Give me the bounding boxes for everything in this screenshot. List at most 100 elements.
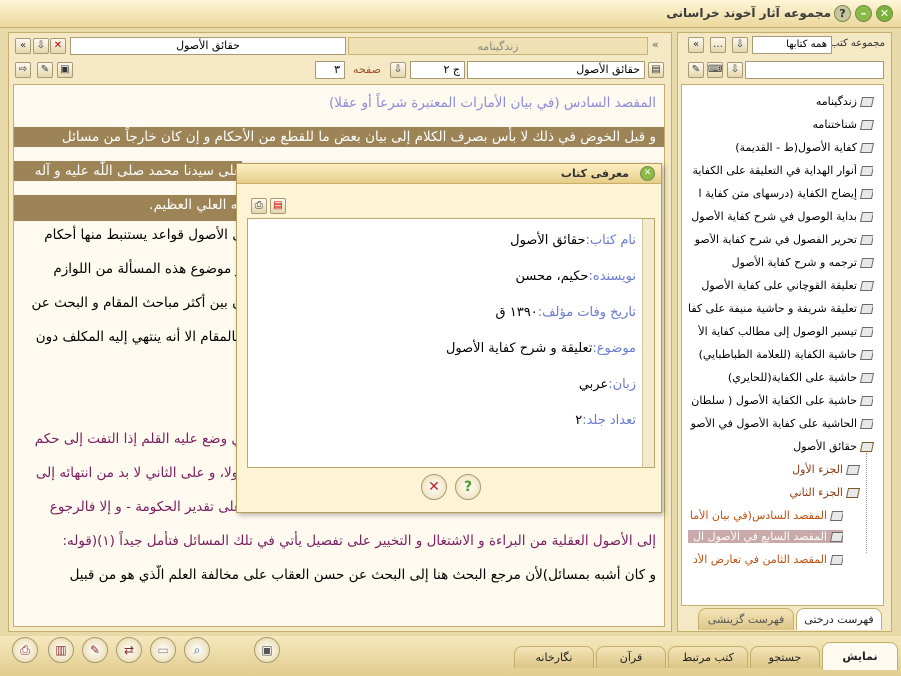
field-label: زبان: bbox=[608, 377, 636, 392]
dialog-title: معرفی کتاب bbox=[560, 167, 629, 180]
tree-item[interactable]: إيضاح الكفاية (درسهاى متن كفاية ا bbox=[699, 187, 857, 200]
app-title: مجموعه آثار آخوند خراسانی bbox=[666, 6, 831, 20]
field-value: حقائق الأصول bbox=[510, 233, 586, 248]
minimize-icon[interactable]: – bbox=[855, 5, 872, 22]
layout-button[interactable]: ▭ bbox=[150, 637, 176, 663]
nav-back-icon[interactable]: « bbox=[15, 38, 31, 54]
keyboard-icon[interactable]: ⌨ bbox=[707, 62, 723, 78]
tree-item[interactable]: تيسير الوصول إلى مطالب كفاية الأ bbox=[698, 325, 857, 338]
layout-icon[interactable]: ▣ bbox=[57, 62, 73, 78]
arrow-down-icon[interactable]: ⇩ bbox=[33, 38, 49, 54]
settings-icon[interactable]: ✎ bbox=[688, 62, 704, 78]
dialog-close-icon[interactable]: ✕ bbox=[640, 166, 655, 181]
tree-item[interactable]: حقائق الأصول bbox=[793, 440, 857, 453]
tree-item[interactable]: تعليقة شريفة و حاشية منيفة على كفا bbox=[688, 302, 857, 315]
tree-item[interactable]: ترجمه و شرح كفاية الأصول bbox=[732, 256, 857, 269]
tab-related-books[interactable]: کتب مرتبط bbox=[668, 646, 748, 668]
tree-item[interactable]: أنوار الهداية في التعليقة على الكفاية bbox=[692, 164, 857, 177]
navigate-button[interactable]: ⇄ bbox=[116, 637, 142, 663]
tab-quran[interactable]: قرآن bbox=[596, 646, 666, 668]
tree-item[interactable]: كفاية الأصول(ط - القديمة) bbox=[735, 141, 857, 154]
text-line-highlighted: و قبل الخوض في ذلك لا بأس بصرف الكلام إل… bbox=[14, 127, 664, 147]
search-arrow-icon[interactable]: ⇩ bbox=[727, 62, 743, 78]
tools-icon[interactable]: ✎ bbox=[37, 62, 53, 78]
book-icon bbox=[859, 235, 873, 245]
tree-item[interactable]: بداية الوصول في شرح كفاية الأصول bbox=[691, 210, 857, 223]
more-icon[interactable]: … bbox=[710, 37, 726, 53]
compare-button[interactable]: ▣ bbox=[254, 637, 280, 663]
book-field[interactable]: حقائق الأصول bbox=[467, 61, 645, 79]
tab-tree-index[interactable]: فهرست درختی bbox=[796, 608, 882, 630]
tab-search[interactable]: جستجو bbox=[750, 646, 820, 668]
note-button[interactable]: ✎ bbox=[82, 637, 108, 663]
book-tree[interactable]: زندگینامه شناختنامه كفاية الأصول(ط - الق… bbox=[681, 84, 884, 606]
document-title: حقائق الأصول bbox=[70, 37, 346, 55]
tree-item[interactable]: تعليقة القوچاني على كفاية الأصول bbox=[701, 279, 857, 292]
help-icon[interactable]: ? bbox=[834, 5, 851, 22]
book-icon bbox=[859, 212, 873, 222]
tree-item[interactable]: زندگینامه bbox=[816, 95, 857, 108]
field-value: ۱۳۹۰ ق bbox=[495, 305, 538, 320]
tree-leaf[interactable]: المقصد الثامن في تعارض الأد bbox=[693, 553, 827, 566]
tab-gallery[interactable]: نگارخانه bbox=[514, 646, 594, 668]
text-line: على تقدير الحكومة - و إلا فالرجوع bbox=[49, 499, 242, 515]
tree-leaf[interactable]: المقصد السادس(في بيان الأما bbox=[690, 509, 827, 522]
print-button[interactable]: ⎙ bbox=[12, 637, 38, 663]
forward-icon[interactable]: ⇨ bbox=[15, 62, 31, 78]
text-line: ل الأصول قواعد يستنبط منها أحكام bbox=[44, 227, 242, 243]
book-icon bbox=[859, 166, 873, 176]
book-icon[interactable]: ▤ bbox=[648, 62, 664, 78]
tree-item[interactable]: حاشية الكفاية (للعلامة الطباطبايي) bbox=[699, 348, 857, 361]
text-line-highlighted: له العلي العظيم. bbox=[14, 195, 242, 221]
close-tab-icon[interactable]: ✕ bbox=[50, 38, 66, 54]
tree-item[interactable]: شناختنامه bbox=[813, 118, 857, 131]
text-line: و موضوع هذه المسألة من اللوازم bbox=[53, 261, 242, 277]
field-label: تعداد جلد: bbox=[582, 413, 636, 428]
page-arrow-icon[interactable]: ⇩ bbox=[390, 62, 406, 78]
tree-item[interactable]: الحاشية على كفاية الأصول في الأصو bbox=[691, 417, 857, 430]
book-info-dialog: معرفی کتاب ✕ ⎙ ▤ نام کتاب:حقائق الأصول ن… bbox=[236, 163, 662, 513]
tree-connector bbox=[866, 453, 867, 553]
field-value: تعلیقة و شرح كفاية الأصول bbox=[445, 341, 593, 356]
print-icon[interactable]: ⎙ bbox=[251, 198, 267, 214]
book-icon bbox=[859, 258, 875, 268]
book-icon bbox=[859, 304, 873, 314]
books-button[interactable]: ▥ bbox=[48, 637, 74, 663]
dialog-content: نام کتاب:حقائق الأصول نویسنده:حکیم، محسن… bbox=[247, 218, 655, 468]
tab-biography[interactable]: زندگینامه bbox=[348, 37, 648, 55]
tree-item[interactable]: تحرير الفصول في شرح كفاية الأصو bbox=[695, 233, 857, 246]
tree-item[interactable]: حاشية على الكفاية الأصول ( سلطان bbox=[691, 394, 857, 407]
field-label: تاریخ وفات مؤلف: bbox=[537, 305, 636, 320]
text-line: ن بين أكثر مباحث المقام و البحث عن bbox=[31, 295, 242, 311]
volume-field[interactable]: ج ۲ bbox=[410, 61, 465, 79]
text-line: كالمقام الا أنه ينتهي إليه المكلف دون bbox=[35, 329, 242, 345]
dialog-cancel-button[interactable]: ✕ bbox=[421, 474, 447, 500]
dialog-scrollbar[interactable] bbox=[642, 219, 654, 467]
book-icon bbox=[829, 555, 843, 565]
dialog-help-button[interactable]: ? bbox=[455, 474, 481, 500]
selector-arrow-icon[interactable]: ⇩ bbox=[732, 37, 748, 53]
book-icon bbox=[845, 465, 861, 475]
zoom-button[interactable]: ⌕ bbox=[184, 637, 210, 663]
panel-title: مجموعه کتب bbox=[830, 38, 885, 49]
field-label: موضوع: bbox=[592, 341, 636, 356]
panel-nav-icon[interactable]: « bbox=[688, 37, 704, 53]
close-icon[interactable]: ✕ bbox=[876, 5, 893, 22]
tab-selective-index[interactable]: فهرست گزینشی bbox=[698, 608, 794, 630]
tree-item[interactable]: حاشية على الكفاية(للحايري) bbox=[728, 371, 857, 384]
tab-display[interactable]: نمایش bbox=[822, 642, 898, 670]
open-book-icon bbox=[845, 488, 861, 498]
text-line: أولا، و على الثاني لا بد من انتهائه إلى bbox=[35, 465, 242, 481]
tree-leaf-selected[interactable]: المقصد السابع في الأصول ال bbox=[693, 530, 827, 543]
tree-subitem[interactable]: الجزء الثاني bbox=[789, 486, 843, 499]
page-number-field[interactable]: ۳ bbox=[315, 61, 345, 79]
field-label: نام کتاب: bbox=[585, 233, 636, 248]
text-line: ي وضع عليه القلم إذا التفت إلى حكم bbox=[34, 431, 242, 447]
book-selector[interactable]: همه کتابها bbox=[752, 36, 832, 54]
book-icon bbox=[859, 97, 875, 107]
book-icon bbox=[829, 511, 843, 521]
library-search-input[interactable] bbox=[745, 61, 884, 79]
nav-forward-icon[interactable]: « bbox=[652, 38, 659, 51]
tree-subitem[interactable]: الجزء الأول bbox=[792, 463, 843, 476]
export-icon[interactable]: ▤ bbox=[270, 198, 286, 214]
